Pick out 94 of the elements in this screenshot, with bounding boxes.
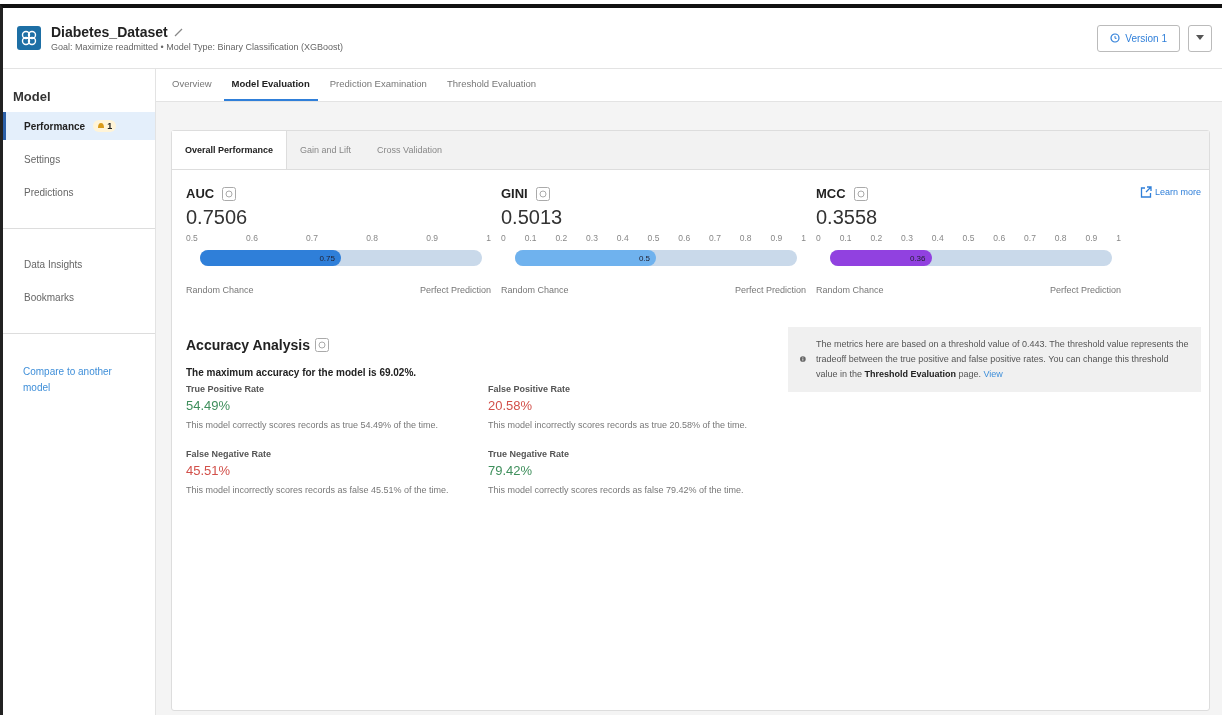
tick-label: 1 — [1116, 233, 1121, 243]
sidebar-item-label: Predictions — [24, 187, 74, 198]
tick-label: 0.9 — [426, 233, 438, 243]
metric-value: 0.5013 — [501, 206, 564, 229]
sidebar-item-label: Performance — [24, 120, 86, 132]
caret-icon — [1196, 35, 1204, 41]
rate-description: This model correctly scores records as true 54.49% of the time. — [186, 419, 440, 432]
external-link-icon — [1139, 186, 1152, 198]
scale-end-label: Perfect Prediction — [1049, 285, 1121, 295]
sidebar-item-label: Bookmarks — [24, 292, 74, 303]
info-icon[interactable] — [853, 186, 868, 201]
metric-name: GINI — [501, 186, 528, 201]
tick-label: 1 — [486, 233, 491, 243]
scale-end-label: Perfect Prediction — [734, 285, 806, 295]
tick-label: 0.7 — [709, 233, 721, 243]
metric-name: MCC — [816, 186, 846, 201]
learn-more-link[interactable]: Learn more — [1139, 186, 1201, 198]
info-text: The metrics here are based on a threshold value of 0.443. The threshold value represents the tradeoff between the true positive and false positive rates. You can change this threshold value in the Threshold Evaluation page. View — [815, 338, 1190, 381]
tick-label: 0.3 — [901, 233, 913, 243]
sidebar-heading: Model — [12, 88, 52, 106]
info-icon[interactable] — [315, 338, 329, 352]
rate-label: True Positive Rate — [186, 384, 266, 394]
rate-value: 20.58% — [488, 398, 534, 413]
tick-label: 0.5 — [962, 233, 975, 243]
metric-value: 0.7506 — [186, 206, 249, 229]
tick-label: 0.1 — [524, 233, 537, 243]
rate-label: True Negative Rate — [488, 448, 571, 459]
tick-label: 0 — [816, 233, 821, 243]
tick-label: 0.7 — [1024, 233, 1036, 243]
tick-label: 0.8 — [366, 233, 378, 243]
rate-value: 79.42% — [488, 462, 534, 478]
tick-label: 0.1 — [839, 233, 852, 243]
tick-label: 0.4 — [931, 233, 944, 243]
subtab[interactable]: Overall Performance — [172, 131, 288, 169]
sidebar-item-label: Data Insights — [24, 259, 83, 270]
rate-label: False Negative Rate — [186, 448, 273, 459]
tick-label: 0.5 — [186, 233, 198, 243]
tick-label: 0.4 — [616, 233, 629, 243]
section-title: Accuracy Analysis — [186, 337, 310, 353]
tick-label: 0.6 — [246, 233, 258, 243]
tick-label: 0.2 — [555, 233, 568, 243]
tick-label: 1 — [801, 233, 806, 243]
gauge-value: 0.5 — [638, 253, 651, 263]
rate-description: This model incorrectly scores records as true 20.58% of the time. — [488, 419, 749, 432]
scale-start-label: Random Chance — [816, 285, 884, 295]
dataset-title: Diabetes_Dataset — [51, 24, 168, 40]
rate-value: 45.51% — [186, 462, 232, 478]
clock-icon — [1110, 33, 1121, 43]
model-subtitle: Goal: Maximize readmitted • Model Type: Binary Classification (XGBoost) — [51, 42, 344, 52]
compare-model-link[interactable]: Compare to another model — [3, 356, 155, 396]
subtab[interactable]: Gain and Lift — [287, 131, 365, 169]
tick-label: 0.9 — [770, 233, 783, 243]
tick-label: 0.3 — [586, 233, 598, 243]
tick-label: 0.6 — [993, 233, 1006, 243]
tick-label: 0.8 — [739, 233, 752, 243]
rate-label: False Positive Rate — [488, 384, 572, 394]
view-link[interactable]: View — [983, 368, 1003, 379]
version-button[interactable]: Version 1 — [1097, 24, 1180, 52]
tick-label: 0 — [501, 233, 506, 243]
gauge-value: 0.75 — [319, 253, 336, 263]
tick-label: 0.2 — [870, 233, 883, 243]
rate-value: 54.49% — [186, 398, 232, 413]
subtab[interactable]: Cross Validation — [364, 131, 455, 169]
tick-label: 0.9 — [1085, 233, 1098, 243]
metric-value: 0.3558 — [816, 206, 879, 229]
tab[interactable]: Model Evaluation — [223, 69, 318, 101]
tick-label: 0.7 — [306, 233, 318, 243]
scale-end-label: Perfect Prediction — [419, 285, 491, 295]
sidebar-item[interactable]: Predictions — [3, 179, 155, 206]
pencil-icon[interactable] — [173, 27, 184, 37]
badge-count: 1 — [107, 121, 113, 131]
sidebar-item-label: Settings — [24, 154, 61, 165]
info-icon[interactable] — [222, 186, 237, 201]
sidebar-item[interactable]: Bookmarks — [3, 284, 155, 311]
sidebar-item[interactable]: Performance 1 — [3, 112, 155, 140]
sidebar-item[interactable]: Settings — [3, 146, 155, 173]
sidebar-item[interactable]: Data Insights — [3, 251, 155, 278]
info-icon[interactable] — [535, 186, 550, 201]
gauge-value: 0.36 — [909, 253, 927, 263]
tab[interactable]: Prediction Examination — [321, 69, 435, 101]
scale-start-label: Random Chance — [501, 285, 569, 295]
metric-name: AUC — [186, 186, 215, 201]
tab[interactable]: Overview — [164, 69, 220, 101]
bell-icon — [97, 122, 106, 130]
rate-description: This model correctly scores records as false 79.42% of the time. — [488, 483, 745, 497]
logo-icon — [17, 26, 41, 50]
dropdown-button[interactable] — [1188, 24, 1212, 52]
tick-label: 0.8 — [1054, 233, 1067, 243]
scale-start-label: Random Chance — [186, 285, 254, 295]
tick-label: 0.6 — [678, 233, 691, 243]
tick-label: 0.5 — [647, 233, 660, 243]
tab[interactable]: Threshold Evaluation — [438, 69, 545, 101]
accuracy-summary: The maximum accuracy for the model is 69.02%. — [186, 367, 418, 378]
rate-description: This model incorrectly scores records as false 45.51% of the time. — [186, 483, 450, 497]
